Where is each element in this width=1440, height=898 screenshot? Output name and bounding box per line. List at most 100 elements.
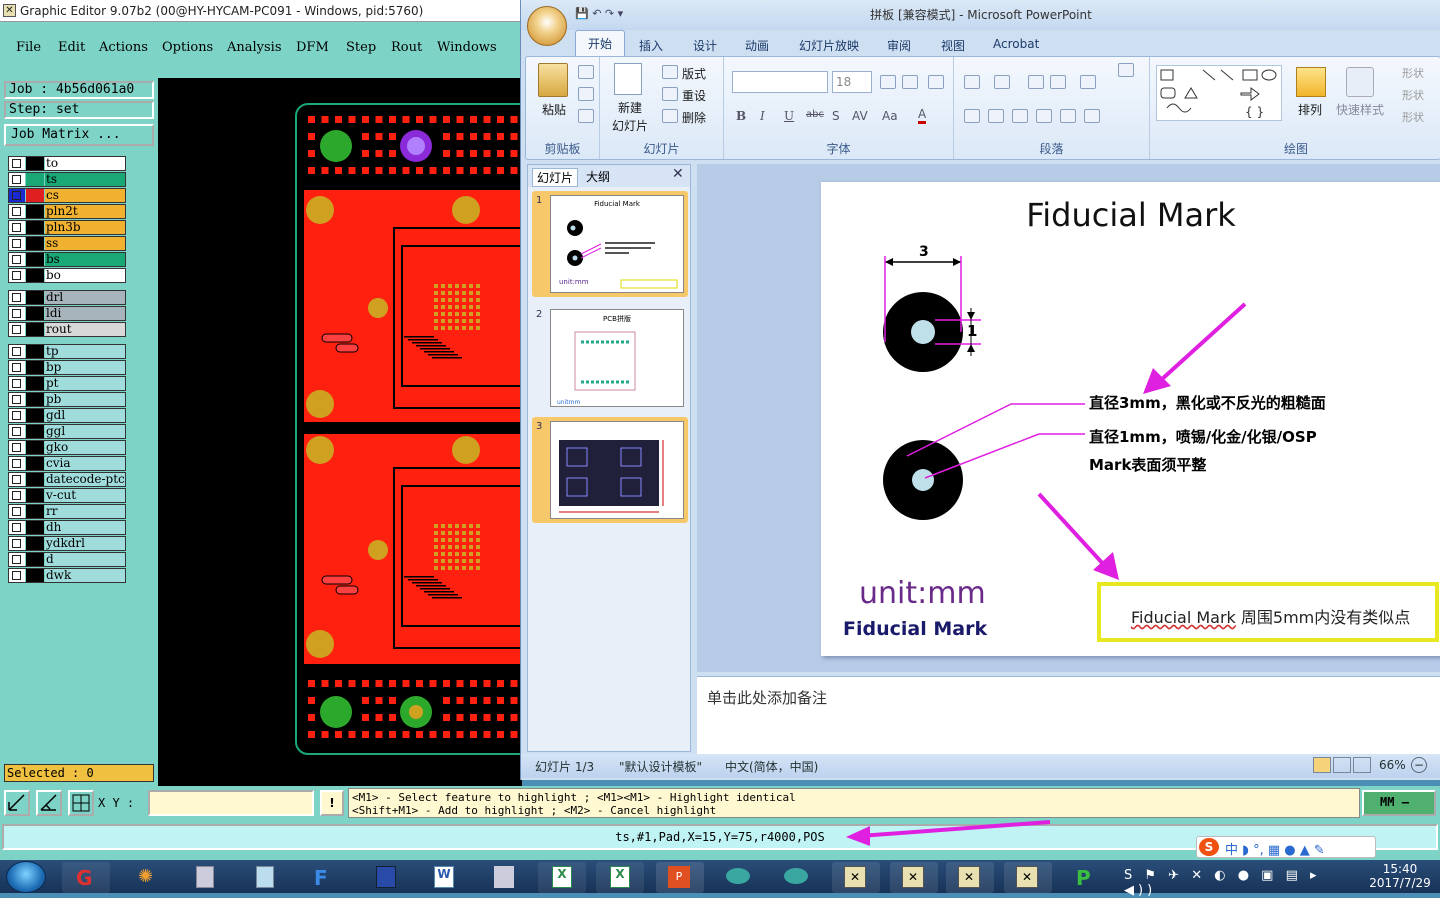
tab-acrobat[interactable]: Acrobat: [993, 37, 1039, 51]
layer-name[interactable]: pln2t: [45, 205, 125, 218]
layer-checkbox[interactable]: [9, 489, 25, 502]
tab-animation[interactable]: 动画: [745, 37, 769, 54]
align-center-icon[interactable]: [988, 109, 1004, 123]
layer-row-tp[interactable]: tp: [8, 344, 126, 359]
layer-row-bo[interactable]: bo: [8, 268, 126, 283]
layer-checkbox[interactable]: [9, 425, 25, 438]
layer-row-cs[interactable]: cs: [8, 188, 126, 203]
layer-name[interactable]: pln3b: [45, 221, 125, 234]
slide-thumb-2[interactable]: 2 PCB拼版 unitmm: [532, 305, 688, 411]
menu-rout[interactable]: Rout: [391, 40, 422, 55]
shrink-font-icon[interactable]: [902, 75, 918, 89]
layer-checkbox[interactable]: [9, 457, 25, 470]
layer-name[interactable]: bo: [45, 269, 125, 282]
justify-icon[interactable]: [1036, 109, 1052, 123]
layer-row-rr[interactable]: rr: [8, 504, 126, 519]
tab-review[interactable]: 审阅: [887, 37, 911, 54]
distribute-icon[interactable]: [1060, 109, 1076, 123]
menu-windows[interactable]: Windows: [437, 40, 497, 55]
layer-row-pt[interactable]: pt: [8, 376, 126, 391]
layer-row-ldi[interactable]: ldi: [8, 306, 126, 321]
columns-icon[interactable]: [1084, 109, 1100, 123]
tool-select-button[interactable]: [4, 790, 30, 816]
layer-checkbox[interactable]: [9, 221, 25, 234]
layer-swatch[interactable]: [26, 253, 44, 266]
pcb-canvas[interactable]: [158, 78, 522, 786]
spec-text-3[interactable]: Mark表面须平整: [1089, 454, 1206, 475]
units-selector[interactable]: MM ‒: [1362, 790, 1436, 816]
current-slide[interactable]: Fiducial Mark 3 1 直径3mm，黑化或不反光的粗糙面 直径1mm…: [821, 182, 1440, 656]
shape-outline-button[interactable]: 形状: [1402, 87, 1424, 103]
notes-pane[interactable]: 单击此处添加备注: [697, 676, 1440, 754]
layer-row-drl[interactable]: drl: [8, 290, 126, 305]
layer-name[interactable]: drl: [45, 291, 125, 304]
layer-row-ss[interactable]: ss: [8, 236, 126, 251]
tool-measure-button[interactable]: [36, 790, 62, 816]
font-color-button[interactable]: A: [918, 107, 927, 124]
close-icon[interactable]: ✕: [672, 166, 684, 182]
layer-checkbox[interactable]: [9, 553, 25, 566]
layer-name[interactable]: dh: [45, 521, 125, 534]
undo-icon[interactable]: ↶: [592, 7, 601, 20]
layer-name[interactable]: bp: [45, 361, 125, 374]
taskbar-app-5[interactable]: F: [302, 862, 350, 893]
layer-row-pln3b[interactable]: pln3b: [8, 220, 126, 235]
layer-name[interactable]: cs: [45, 189, 125, 202]
taskbar-app-7[interactable]: W: [420, 862, 468, 893]
new-slide-label-1[interactable]: 新建: [618, 99, 642, 116]
layer-name[interactable]: rout: [45, 323, 125, 336]
taskbar-app-4[interactable]: [242, 862, 290, 893]
tab-outline[interactable]: 大纲: [586, 168, 610, 185]
taskbar-app-17[interactable]: ✕: [1004, 862, 1052, 893]
layer-swatch[interactable]: [26, 409, 44, 422]
layer-row-gdl[interactable]: gdl: [8, 408, 126, 423]
spec-text-1[interactable]: 直径3mm，黑化或不反光的粗糙面: [1089, 392, 1326, 413]
layer-row-ydkdrl[interactable]: ydkdrl: [8, 536, 126, 551]
layer-name[interactable]: pt: [45, 377, 125, 390]
layer-checkbox[interactable]: [9, 237, 25, 250]
layer-row-ts[interactable]: ts: [8, 172, 126, 187]
layer-swatch[interactable]: [26, 237, 44, 250]
sorter-view-icon[interactable]: [1333, 757, 1351, 773]
shapes-gallery[interactable]: { }: [1156, 65, 1282, 121]
layer-swatch[interactable]: [26, 157, 44, 170]
layer-swatch[interactable]: [26, 173, 44, 186]
menu-analysis[interactable]: Analysis: [227, 40, 282, 55]
layer-row-rout[interactable]: rout: [8, 322, 126, 337]
quick-styles-icon[interactable]: [1346, 67, 1374, 97]
layer-name[interactable]: gko: [45, 441, 125, 454]
layer-row-dwk[interactable]: dwk: [8, 568, 126, 583]
menu-dfm[interactable]: DFM: [296, 40, 329, 55]
quick-styles-button[interactable]: 快速样式: [1336, 101, 1384, 118]
exclamation-button[interactable]: !: [320, 790, 344, 816]
new-slide-icon[interactable]: [614, 63, 642, 95]
layer-row-datecode-ptc[interactable]: datecode-ptc: [8, 472, 126, 487]
layer-checkbox[interactable]: [9, 253, 25, 266]
new-slide-label-2[interactable]: 幻灯片: [612, 117, 648, 134]
layer-name[interactable]: tp: [45, 345, 125, 358]
layer-swatch[interactable]: [26, 457, 44, 470]
layer-swatch[interactable]: [26, 291, 44, 304]
layer-swatch[interactable]: [26, 473, 44, 486]
layer-name[interactable]: ggl: [45, 425, 125, 438]
layer-swatch[interactable]: [26, 323, 44, 336]
shape-fill-button[interactable]: 形状: [1402, 65, 1424, 81]
layer-swatch[interactable]: [26, 425, 44, 438]
taskbar-app-8[interactable]: [480, 862, 528, 893]
slideshow-view-icon[interactable]: [1353, 757, 1371, 773]
tab-home[interactable]: 开始: [575, 30, 626, 56]
layer-swatch[interactable]: [26, 307, 44, 320]
spacing-button[interactable]: AV: [852, 109, 868, 123]
layer-name[interactable]: ts: [45, 173, 125, 186]
layer-checkbox[interactable]: [9, 189, 25, 202]
layer-checkbox[interactable]: [9, 393, 25, 406]
bullets-icon[interactable]: [964, 75, 980, 89]
layer-checkbox[interactable]: [9, 291, 25, 304]
layer-swatch[interactable]: [26, 521, 44, 534]
layer-name[interactable]: to: [45, 157, 125, 170]
layer-checkbox[interactable]: [9, 345, 25, 358]
font-size-input[interactable]: 18: [832, 71, 872, 93]
line-spacing-icon[interactable]: [1080, 75, 1096, 89]
office-button[interactable]: [527, 6, 567, 46]
layer-row-bp[interactable]: bp: [8, 360, 126, 375]
